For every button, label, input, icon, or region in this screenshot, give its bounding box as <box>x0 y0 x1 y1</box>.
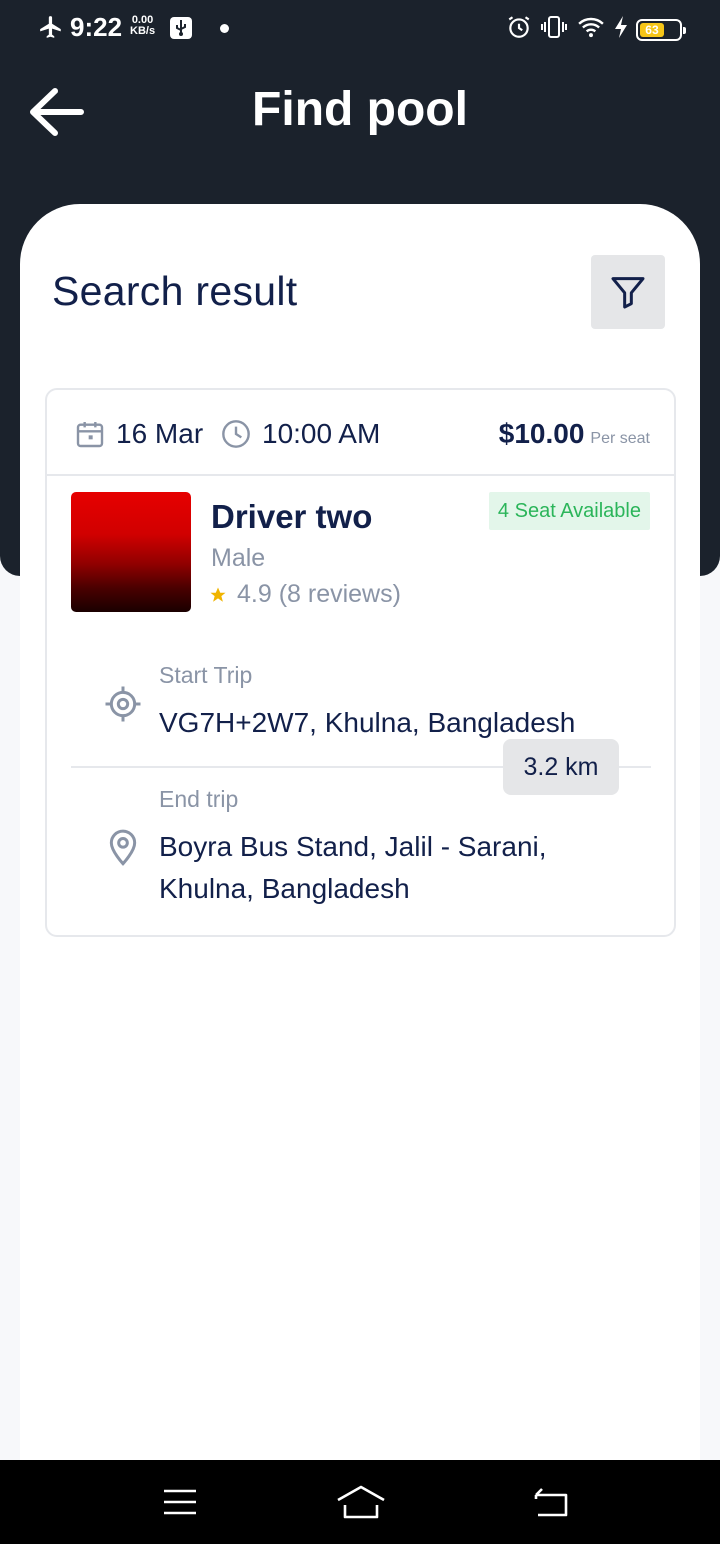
status-bar: 9:22 0.00 KB/s 63 <box>0 0 720 56</box>
star-icon <box>210 587 226 602</box>
ride-time-text: 10:00 AM <box>262 418 381 449</box>
rating-text: 4.9 (8 reviews) <box>237 580 401 608</box>
ride-price: $10.00 Per seat <box>499 418 650 450</box>
start-trip-address: VG7H+2W7, Khulna, Bangladesh <box>159 707 576 738</box>
distance-badge: 3.2 km <box>503 739 619 795</box>
price-value: $10.00 <box>498 418 585 449</box>
network-speed-unit: KB/s <box>130 25 156 37</box>
filter-icon <box>611 277 645 309</box>
airplane-icon <box>38 14 64 40</box>
usb-icon <box>169 16 193 40</box>
back-nav-button[interactable] <box>528 1482 572 1522</box>
back-icon <box>534 1488 568 1517</box>
seat-available-badge: 4 Seat Available <box>488 492 650 530</box>
ride-card[interactable]: 16 Mar 10:00 AM $10.00 Per seat Driver t… <box>45 388 676 937</box>
clock-icon <box>222 420 250 448</box>
ride-time: 10:00 AM <box>220 418 380 450</box>
end-trip-address: Boyra Bus Stand, Jalil - Sarani, Khulna,… <box>159 831 547 904</box>
battery-level: 63 <box>640 22 664 37</box>
driver-name: Driver two <box>211 498 373 535</box>
alarm-icon <box>506 14 532 45</box>
home-button[interactable] <box>336 1482 386 1522</box>
ride-date-text: 16 Mar <box>116 418 204 449</box>
search-result-title: Search result <box>52 268 298 314</box>
home-icon <box>337 1485 385 1519</box>
charging-icon <box>614 15 628 44</box>
status-time: 9:22 <box>70 12 123 42</box>
system-nav-bar <box>0 1460 720 1544</box>
vibrate-icon <box>540 14 568 45</box>
notification-dot <box>220 24 229 33</box>
status-icons: 63 <box>506 14 686 45</box>
menu-icon <box>164 1489 196 1515</box>
calendar-icon <box>76 422 104 448</box>
ride-card-header: 16 Mar 10:00 AM $10.00 Per seat <box>47 390 674 476</box>
wifi-icon <box>576 14 606 45</box>
results-sheet: Search result 16 Mar 10:00 AM $10.00 Per… <box>20 204 700 1460</box>
recent-apps-button[interactable] <box>158 1482 202 1522</box>
page-title: Find pool <box>252 83 468 136</box>
driver-rating: 4.9 (8 reviews) <box>209 580 401 609</box>
ride-date: 16 Mar <box>74 418 203 450</box>
filter-button[interactable] <box>591 255 665 329</box>
driver-gender: Male <box>211 544 266 572</box>
end-location-icon <box>109 829 137 866</box>
price-unit: Per seat <box>590 430 650 447</box>
battery-icon: 63 <box>636 18 686 41</box>
network-speed: 0.00 KB/s <box>130 15 155 37</box>
driver-photo <box>71 492 191 612</box>
start-trip-label: Start Trip <box>159 662 253 688</box>
end-trip-label: End trip <box>159 786 239 812</box>
start-location-icon <box>105 686 141 722</box>
